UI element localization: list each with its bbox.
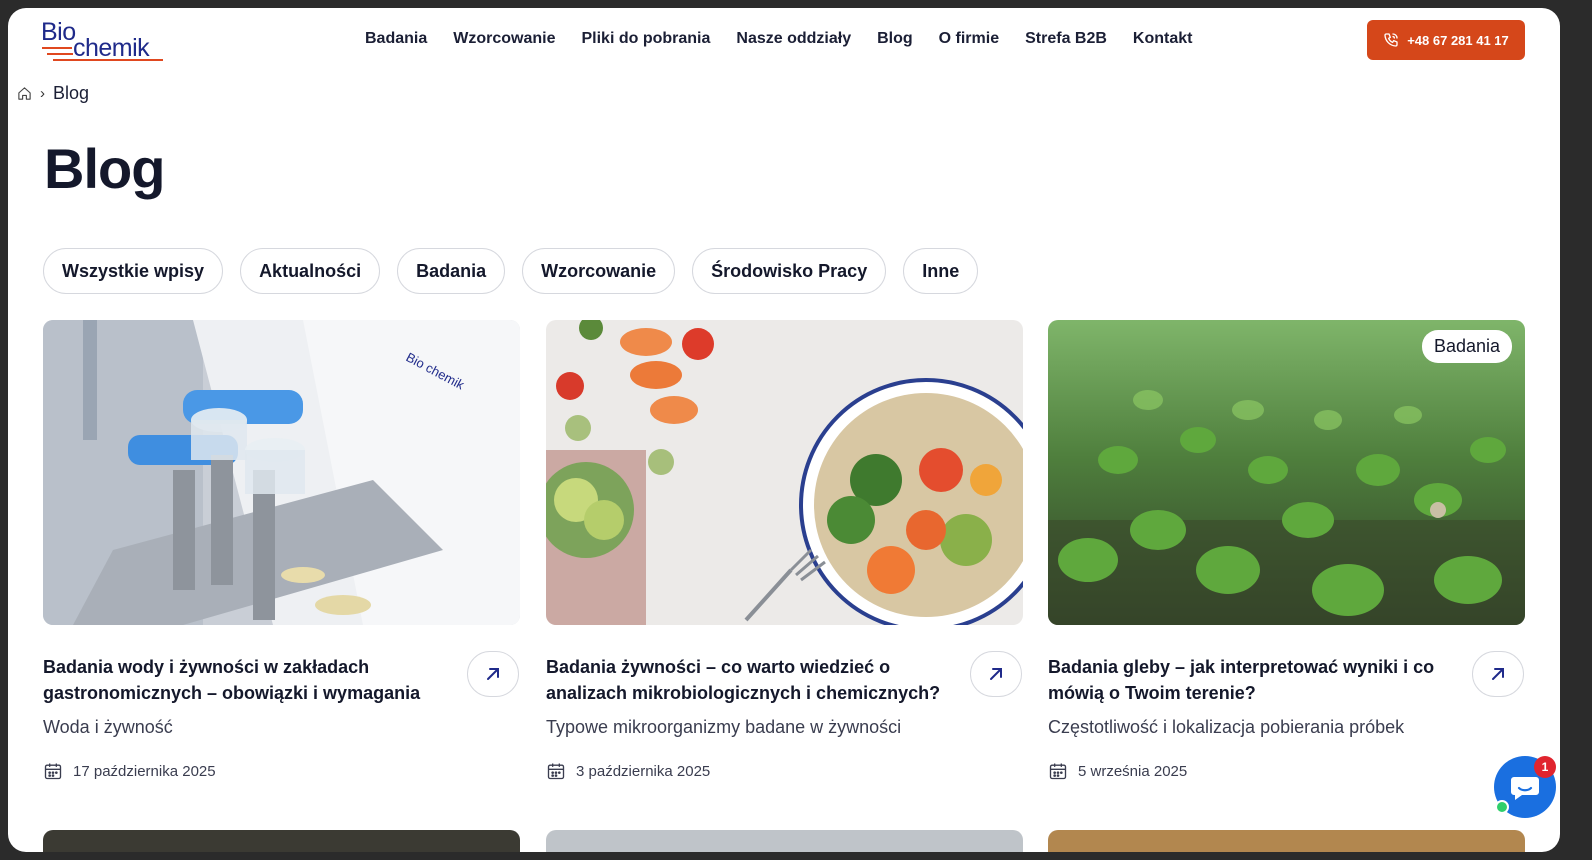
logo-stripe (47, 53, 73, 55)
chat-unread-badge: 1 (1534, 756, 1556, 778)
category-filters: Wszystkie wpisy Aktualności Badania Wzor… (43, 248, 995, 294)
nav-item-oddzialy[interactable]: Nasze oddziały (736, 30, 851, 48)
post-title[interactable]: Badania gleby – jak interpretować wyniki… (1048, 654, 1448, 706)
post-title[interactable]: Badania wody i żywności w zakładach gast… (43, 654, 443, 706)
filter-wzorcowanie[interactable]: Wzorcowanie (522, 248, 676, 294)
logo-text-bio: Bio (41, 18, 76, 46)
post-image-seedlings[interactable]: Badania (1048, 320, 1525, 625)
filter-all-posts[interactable]: Wszystkie wpisy (43, 248, 224, 294)
calendar-icon (1049, 763, 1067, 780)
filter-badania[interactable]: Badania (397, 248, 506, 294)
phone-call-button[interactable]: +48 67 281 41 17 (1367, 20, 1525, 60)
next-post-image-peek (546, 830, 1023, 852)
phone-number: +48 67 281 41 17 (1407, 32, 1509, 48)
nav-item-pliki[interactable]: Pliki do pobrania (581, 30, 710, 48)
nav-item-strefa-b2b[interactable]: Strefa B2B (1025, 30, 1107, 48)
post-date-text: 17 października 2025 (73, 762, 216, 780)
arrow-up-right-icon (1492, 668, 1504, 680)
logo-text-chemik: chemik (73, 34, 150, 62)
nav-item-blog[interactable]: Blog (877, 30, 913, 48)
chevron-right-icon: › (40, 85, 45, 102)
browser-viewport: Bio chemik Badania Wzorcowanie Pliki do … (8, 8, 1560, 852)
post-image-lab[interactable]: Bio chemik (43, 320, 520, 625)
biochemik-logo[interactable]: Bio chemik (41, 16, 166, 64)
post-subtitle: Częstotliwość i lokalizacja pobierania p… (1048, 717, 1405, 737)
arrow-up-right-icon (990, 668, 1002, 680)
post-date: 3 października 2025 (546, 761, 710, 781)
read-more-button[interactable] (1472, 651, 1524, 697)
post-subtitle: Woda i żywność (43, 717, 173, 737)
page-title: Blog (44, 137, 165, 200)
post-date-text: 3 października 2025 (576, 762, 711, 780)
calendar-icon (44, 763, 62, 780)
read-more-button[interactable] (467, 651, 519, 697)
filter-srodowisko-pracy[interactable]: Środowisko Pracy (692, 248, 887, 294)
post-date-text: 5 września 2025 (1078, 762, 1188, 780)
breadcrumb: › Blog (17, 83, 89, 104)
breadcrumb-current: Blog (53, 83, 90, 103)
next-post-image-peek (1048, 830, 1525, 852)
main-nav: Badania Wzorcowanie Pliki do pobrania Na… (365, 30, 1218, 48)
nav-item-o-firmie[interactable]: O firmie (939, 30, 999, 48)
site-header: Bio chemik Badania Wzorcowanie Pliki do … (8, 8, 1560, 72)
post-date: 17 października 2025 (43, 761, 216, 781)
next-post-image-peek (43, 830, 520, 852)
nav-item-badania[interactable]: Badania (365, 30, 427, 48)
arrow-up-right-icon (487, 668, 499, 680)
post-title[interactable]: Badania żywności – co warto wiedzieć o a… (546, 654, 946, 706)
chat-icon (1511, 777, 1539, 800)
post-image-vegetables[interactable] (546, 320, 1023, 625)
post-date: 5 września 2025 (1048, 761, 1187, 781)
post-subtitle: Typowe mikroorganizmy badane w żywności (546, 717, 902, 737)
chat-online-indicator (1495, 800, 1509, 814)
nav-item-wzorcowanie[interactable]: Wzorcowanie (453, 30, 555, 48)
filter-inne[interactable]: Inne (903, 248, 979, 294)
read-more-button[interactable] (970, 651, 1022, 697)
home-icon[interactable] (17, 86, 32, 101)
filter-aktualnosci[interactable]: Aktualności (240, 248, 381, 294)
calendar-icon (547, 763, 565, 780)
category-badge: Badania (1421, 330, 1512, 363)
phone-icon (1384, 33, 1398, 47)
nav-item-kontakt[interactable]: Kontakt (1133, 30, 1193, 48)
logo-stripe (42, 47, 72, 49)
